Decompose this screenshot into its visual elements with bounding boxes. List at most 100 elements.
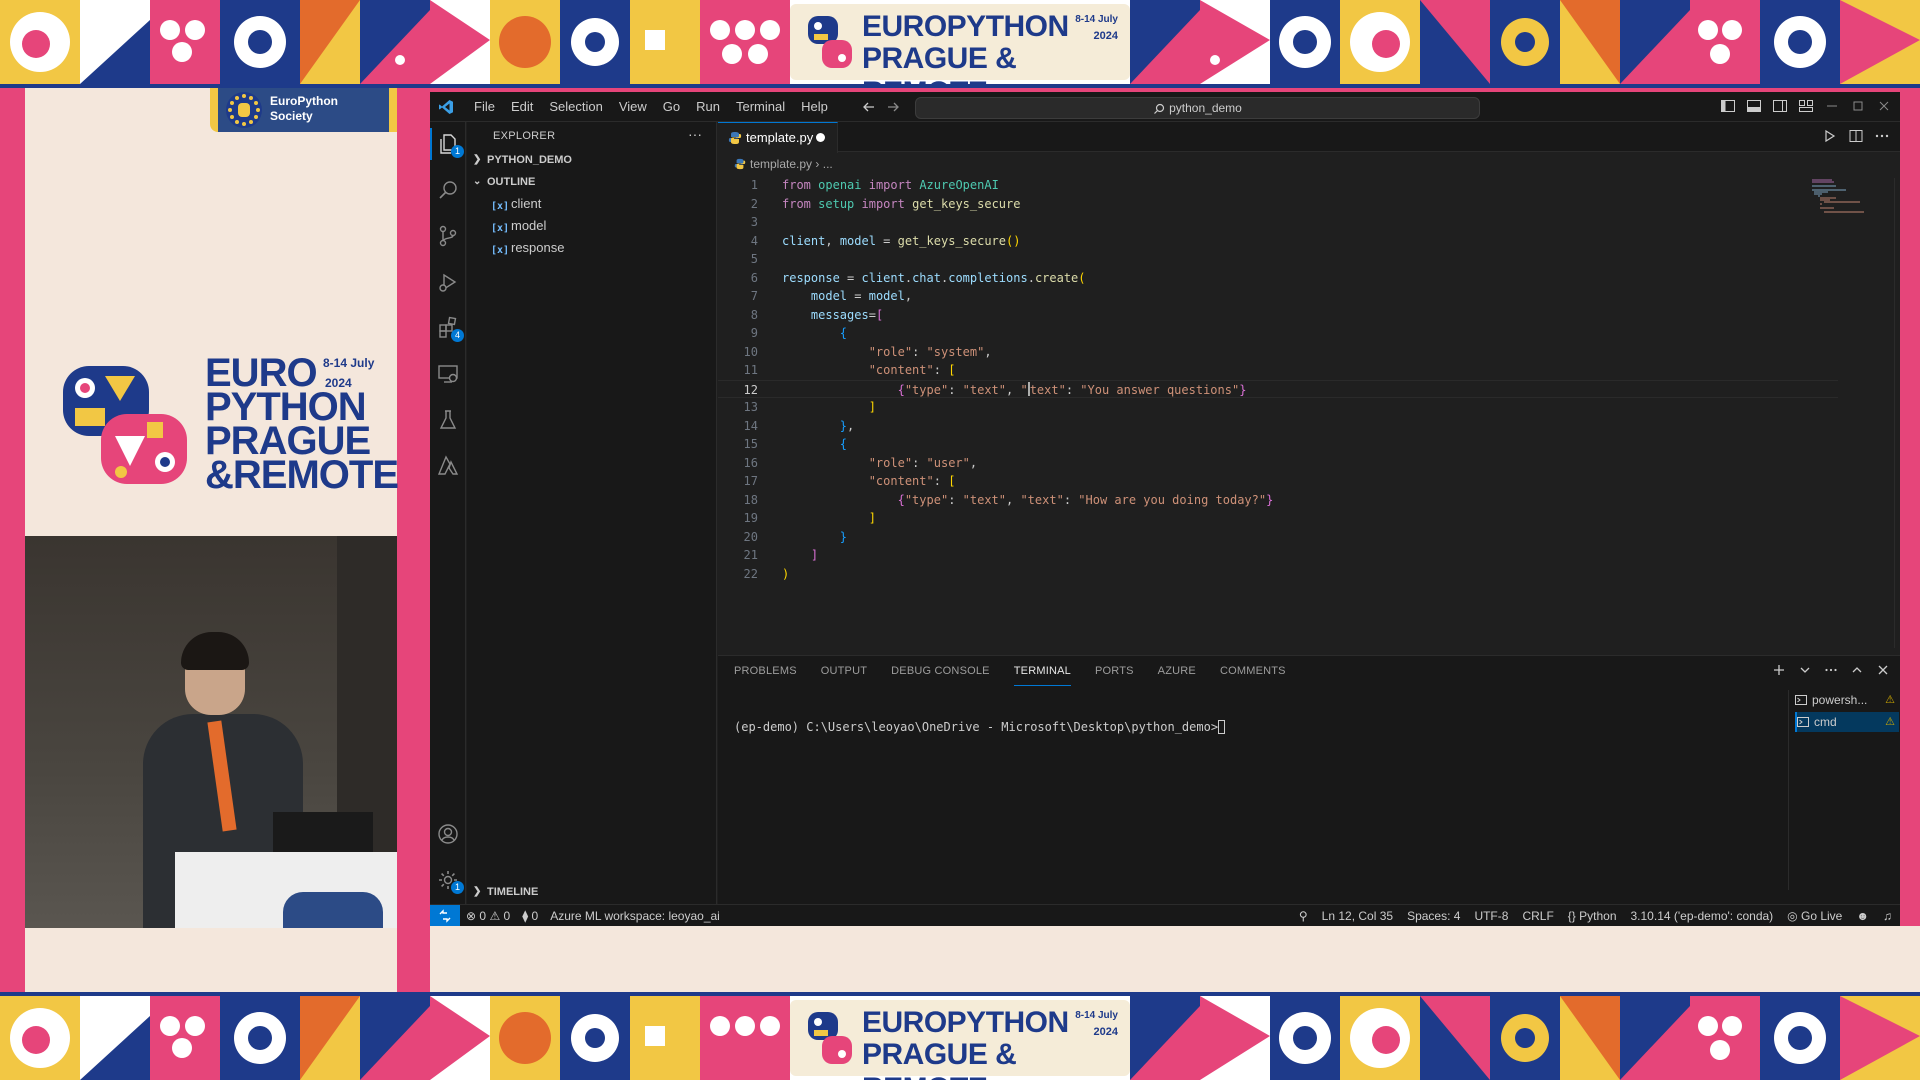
timeline-section-header[interactable]: ❯ TIMELINE	[467, 882, 717, 902]
sidebar-more-button[interactable]: ···	[688, 126, 702, 142]
code-line[interactable]: 2 from setup import get_keys_secure	[718, 195, 1838, 214]
accounts-activity[interactable]	[436, 822, 460, 846]
line-ending[interactable]: CRLF	[1522, 905, 1553, 926]
speaker-camera-feed	[25, 536, 397, 928]
code-line[interactable]: 10 "role": "system",	[718, 343, 1838, 362]
code-line[interactable]: 3	[718, 213, 1838, 232]
encoding[interactable]: UTF-8	[1474, 905, 1508, 926]
toggle-primary-sidebar-icon[interactable]	[1720, 98, 1736, 114]
zoom-icon[interactable]: ⚲	[1299, 905, 1308, 926]
code-line[interactable]: 13 ]	[718, 398, 1838, 417]
tab-comments[interactable]: COMMENTS	[1220, 656, 1286, 686]
source-control-activity[interactable]	[436, 224, 460, 248]
minimize-icon[interactable]	[1824, 98, 1840, 114]
code-line[interactable]: 21 ]	[718, 546, 1838, 565]
editor-scrollbar[interactable]	[1894, 178, 1900, 648]
outline-item-response[interactable]: [x] response	[491, 238, 564, 258]
tab-problems[interactable]: PROBLEMS	[734, 656, 797, 686]
menu-run[interactable]: Run	[688, 92, 728, 122]
manage-activity[interactable]: 1	[436, 868, 464, 894]
back-arrow-icon[interactable]	[863, 102, 874, 112]
customize-layout-icon[interactable]	[1798, 98, 1814, 114]
breadcrumb-symbol[interactable]: ...	[823, 157, 833, 171]
banner-year: 2024	[1093, 30, 1118, 42]
toggle-secondary-sidebar-icon[interactable]	[1772, 98, 1788, 114]
remote-indicator[interactable]	[430, 905, 460, 926]
tab-azure[interactable]: AZURE	[1158, 656, 1196, 686]
forward-arrow-icon[interactable]	[888, 102, 899, 112]
remote-explorer-activity[interactable]	[436, 362, 460, 386]
code-line[interactable]: 4 client, model = get_keys_secure()	[718, 232, 1838, 251]
maximize-panel-icon[interactable]	[1850, 663, 1864, 677]
azure-workspace-status[interactable]: Azure ML workspace: leoyao_ai	[550, 905, 720, 926]
azure-activity[interactable]	[436, 454, 460, 478]
menu-go[interactable]: Go	[655, 92, 688, 122]
menu-help[interactable]: Help	[793, 92, 836, 122]
terminal-output[interactable]: (ep-demo) C:\Users\leoyao\OneDrive - Mic…	[734, 720, 1226, 734]
language-mode[interactable]: {} Python	[1568, 905, 1617, 926]
panel-more-icon[interactable]	[1824, 663, 1838, 677]
code-line[interactable]: 8 messages=[	[718, 306, 1838, 325]
minimap[interactable]	[1810, 178, 1870, 218]
code-line[interactable]: 22)	[718, 565, 1838, 584]
python-interpreter[interactable]: 3.10.14 ('ep-demo': conda)	[1631, 905, 1774, 926]
split-editor-icon[interactable]	[1848, 128, 1864, 144]
code-line[interactable]: 15 {	[718, 435, 1838, 454]
tab-debug-console[interactable]: DEBUG CONSOLE	[891, 656, 990, 686]
run-python-icon[interactable]	[1822, 128, 1838, 144]
run-debug-activity[interactable]	[436, 270, 460, 294]
breadcrumb-file[interactable]: template.py	[750, 157, 812, 171]
code-line[interactable]: 14 },	[718, 417, 1838, 436]
close-window-icon[interactable]	[1876, 98, 1892, 114]
search-activity[interactable]	[436, 178, 460, 202]
menu-selection[interactable]: Selection	[541, 92, 610, 122]
cursor-position[interactable]: Ln 12, Col 35	[1322, 905, 1393, 926]
tab-terminal[interactable]: TERMINAL	[1013, 656, 1071, 686]
code-line[interactable]: 16 "role": "user",	[718, 454, 1838, 473]
tab-output[interactable]: OUTPUT	[821, 656, 867, 686]
extensions-activity[interactable]: 4	[436, 316, 464, 342]
ports-status[interactable]: ⧫ 0	[522, 905, 538, 926]
outline-item-client[interactable]: [x] client	[491, 194, 541, 214]
code-editor[interactable]: 1 from openai import AzureOpenAI 2 from se…	[718, 176, 1900, 646]
go-live[interactable]: ◎ Go Live	[1787, 905, 1842, 926]
copilot-icon[interactable]: ☻	[1856, 905, 1869, 926]
close-panel-icon[interactable]	[1876, 663, 1890, 677]
code-line[interactable]: 11 "content": [	[718, 361, 1838, 380]
code-line[interactable]: 5	[718, 250, 1838, 269]
menu-file[interactable]: File	[466, 92, 503, 122]
more-actions-icon[interactable]	[1874, 128, 1890, 144]
menu-terminal[interactable]: Terminal	[728, 92, 793, 122]
code-line[interactable]: 17 "content": [	[718, 472, 1838, 491]
terminal-item-cmd[interactable]: cmd ⚠	[1795, 712, 1899, 732]
menu-edit[interactable]: Edit	[503, 92, 541, 122]
code-line[interactable]: 18 {"type": "text", "text": "How are you…	[718, 491, 1838, 510]
code-line[interactable]: 9 {	[718, 324, 1838, 343]
restore-icon[interactable]	[1850, 98, 1866, 114]
podium-laptop	[273, 812, 373, 852]
menu-view[interactable]: View	[611, 92, 655, 122]
folder-section-header[interactable]: ❯ PYTHON_DEMO	[467, 150, 717, 170]
problems-status[interactable]: ⊗ 0 ⚠ 0	[466, 905, 510, 926]
code-line[interactable]: 7 model = model,	[718, 287, 1838, 306]
unsaved-dot-icon[interactable]	[816, 133, 825, 142]
toggle-panel-icon[interactable]	[1746, 98, 1762, 114]
code-line[interactable]: 20 }	[718, 528, 1838, 547]
indentation[interactable]: Spaces: 4	[1407, 905, 1460, 926]
outline-item-model[interactable]: [x] model	[491, 216, 546, 236]
code-line[interactable]: 19 ]	[718, 509, 1838, 528]
code-line-current[interactable]: 12 {"type": "text", " text": "You answer …	[718, 379, 1838, 398]
code-text: {"type": "text", " text": "You answer que…	[897, 381, 1247, 397]
explorer-activity[interactable]: 1	[430, 128, 464, 160]
outline-section-header[interactable]: ⌄ OUTLINE	[467, 172, 717, 192]
terminal-item-powershell[interactable]: powersh... ⚠	[1795, 690, 1899, 710]
code-line[interactable]: 6 response = client.chat.completions.crea…	[718, 269, 1838, 288]
tab-template-py[interactable]: template.py	[718, 122, 838, 153]
code-line[interactable]: 1 from openai import AzureOpenAI	[718, 176, 1838, 195]
terminal-dropdown-chevron-icon[interactable]	[1798, 663, 1812, 677]
command-center[interactable]: python_demo	[915, 97, 1480, 119]
tab-ports[interactable]: PORTS	[1095, 656, 1134, 686]
testing-activity[interactable]	[436, 408, 460, 432]
new-terminal-plus-icon[interactable]	[1772, 663, 1786, 677]
notifications-bell-icon[interactable]: ♫	[1883, 905, 1892, 926]
